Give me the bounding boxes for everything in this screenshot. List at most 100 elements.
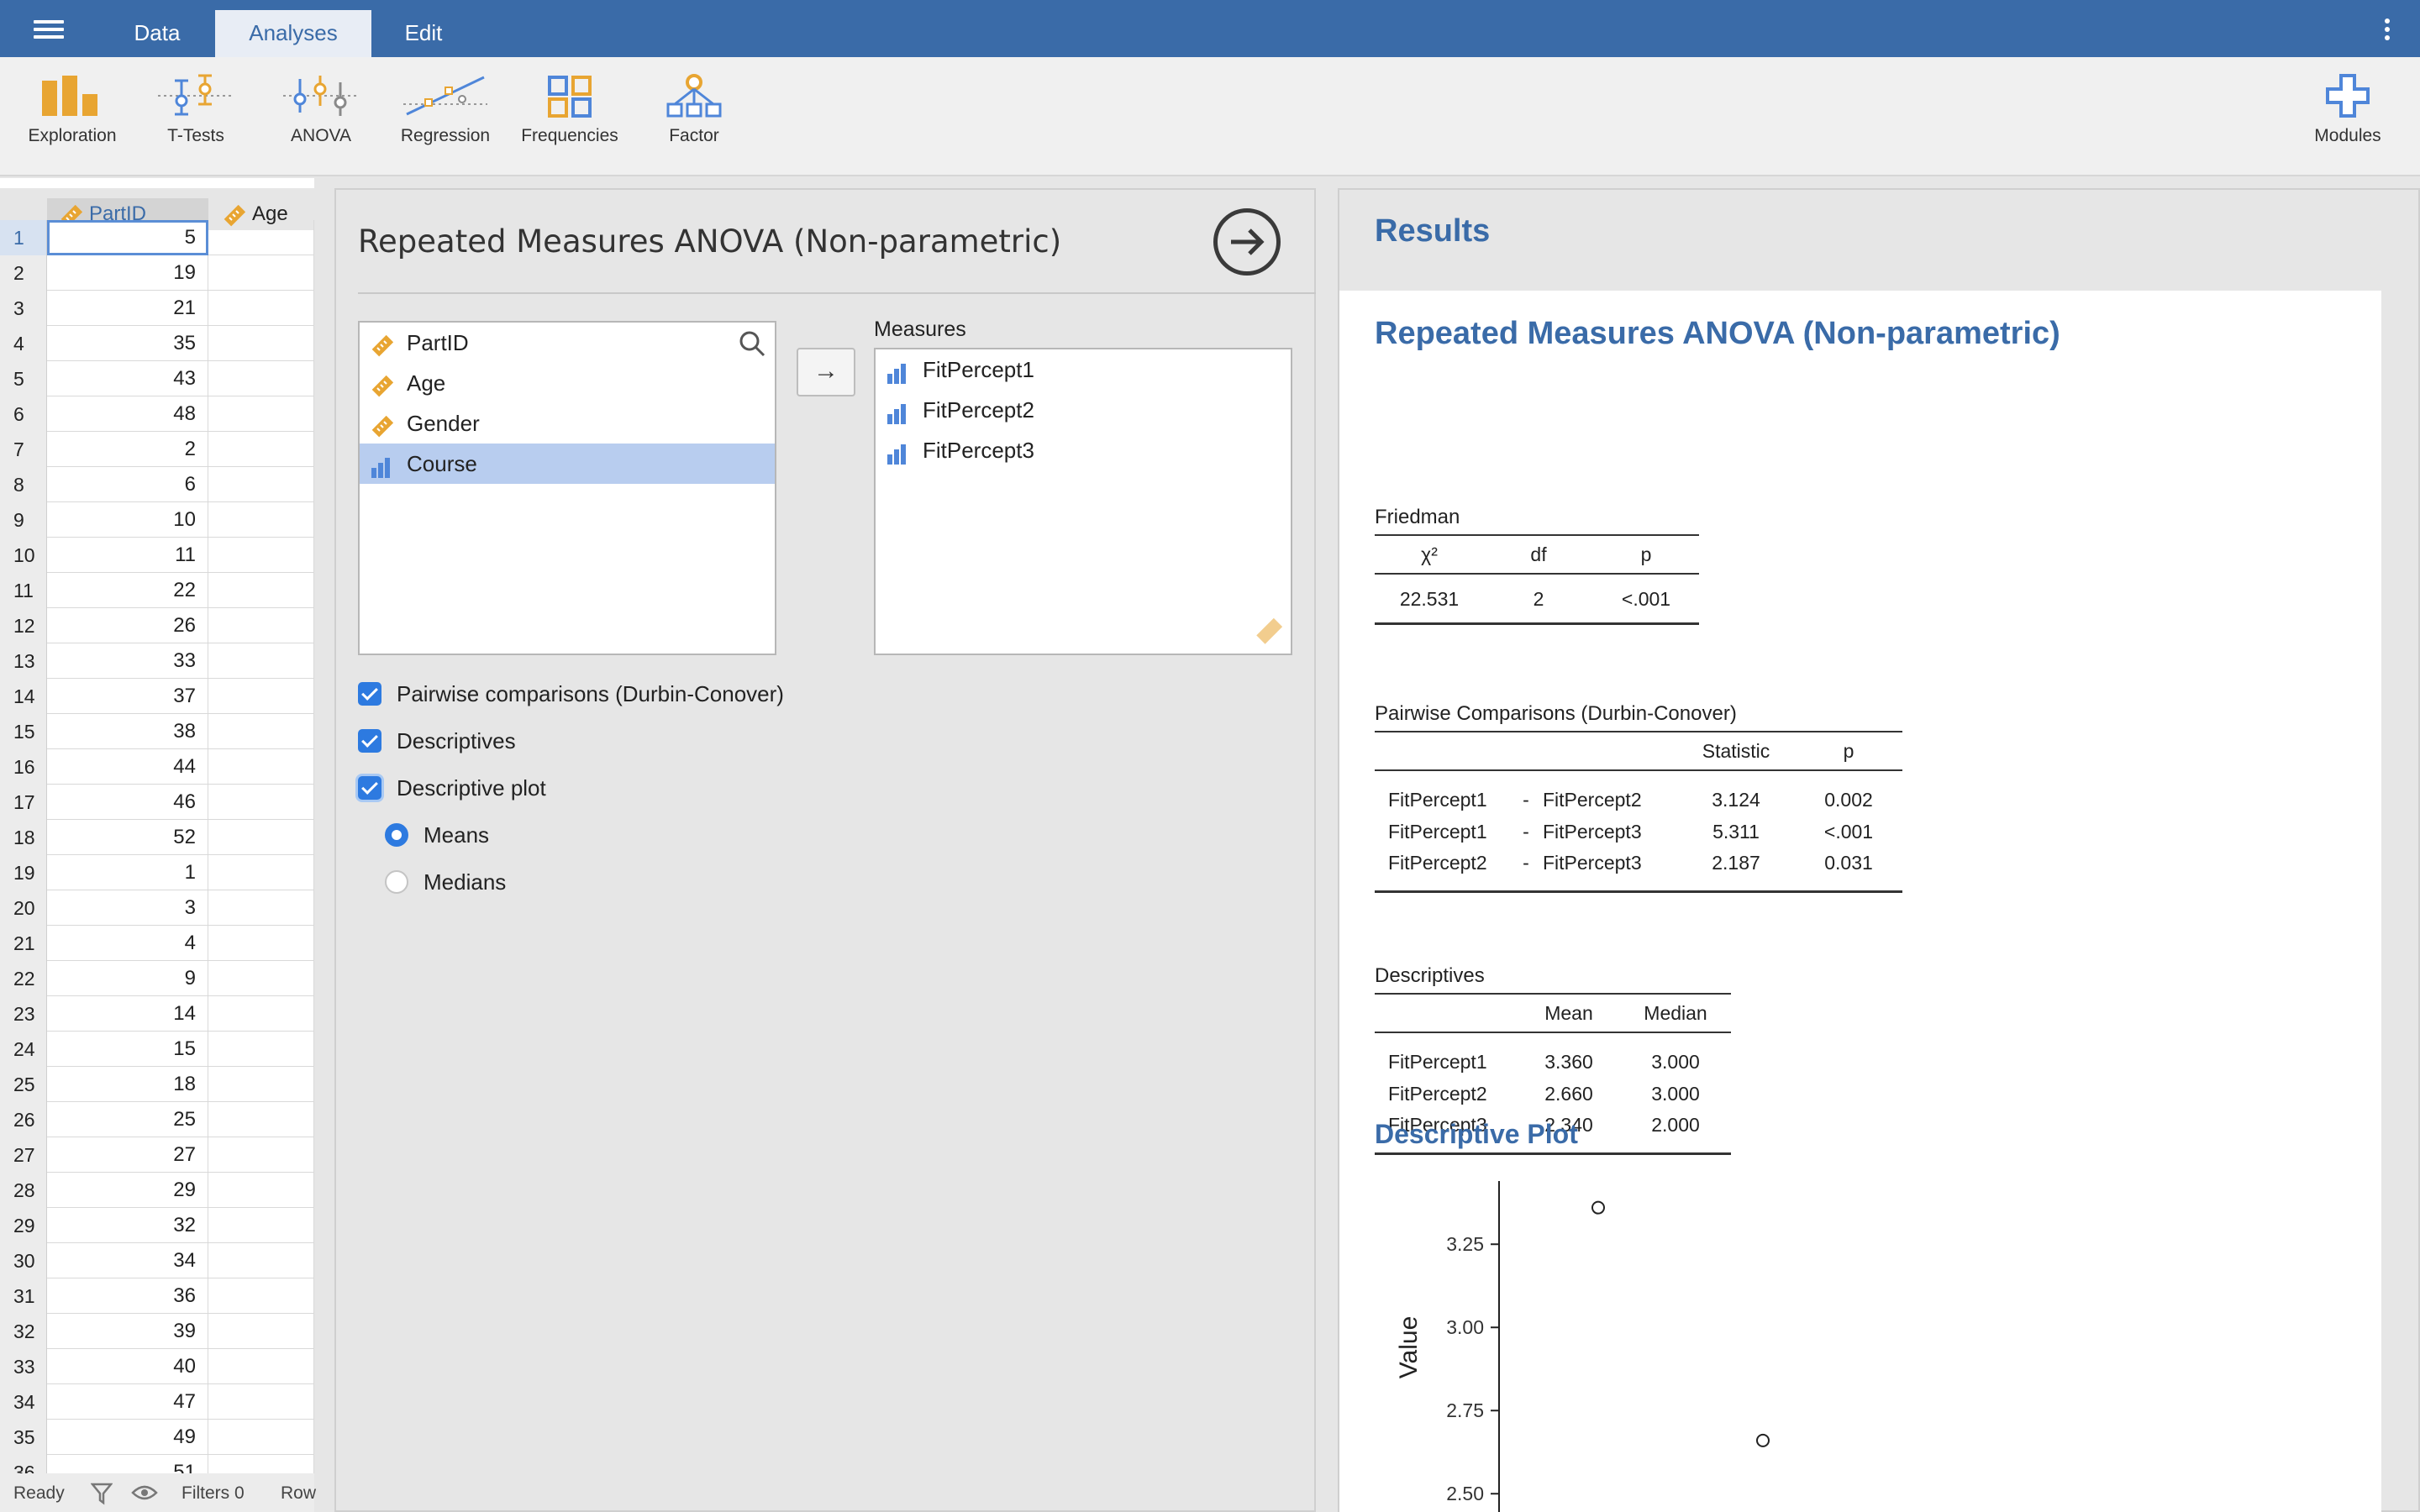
partid-cell[interactable]: 48 xyxy=(47,396,208,432)
row-number[interactable]: 19 xyxy=(0,855,47,890)
partid-cell[interactable]: 3 xyxy=(47,890,208,926)
age-cell[interactable] xyxy=(209,467,314,502)
partid-cell[interactable]: 44 xyxy=(47,749,208,785)
age-cell[interactable] xyxy=(209,785,314,820)
partid-cell[interactable]: 27 xyxy=(47,1137,208,1173)
age-cell[interactable] xyxy=(209,1137,314,1173)
row-number[interactable]: 17 xyxy=(0,785,47,820)
row-number[interactable]: 32 xyxy=(0,1314,47,1349)
exploration-button[interactable]: Exploration xyxy=(13,74,131,166)
table-row[interactable]: 86 xyxy=(0,467,314,502)
measure-item[interactable]: FitPercept2 xyxy=(876,390,1291,430)
age-cell[interactable] xyxy=(209,926,314,961)
partid-cell[interactable]: 32 xyxy=(47,1208,208,1243)
table-row[interactable]: 18 52 xyxy=(0,820,314,855)
regression-button[interactable]: Regression xyxy=(387,74,504,166)
partid-cell[interactable]: 33 xyxy=(47,643,208,679)
row-number[interactable]: 25 xyxy=(0,1067,47,1102)
row-number[interactable]: 24 xyxy=(0,1032,47,1067)
partid-cell[interactable]: 39 xyxy=(47,1314,208,1349)
age-cell[interactable] xyxy=(209,255,314,291)
table-row[interactable]: 15 38 xyxy=(0,714,314,749)
table-row[interactable]: 6 48 xyxy=(0,396,314,432)
age-cell[interactable] xyxy=(209,1314,314,1349)
partid-cell[interactable]: 21 xyxy=(47,291,208,326)
checkbox-checked[interactable] xyxy=(358,682,381,706)
row-number[interactable]: 21 xyxy=(0,926,47,961)
results-body[interactable]: Repeated Measures ANOVA (Non-parametric)… xyxy=(1339,291,2381,1512)
age-cell[interactable] xyxy=(209,326,314,361)
checkbox-checked[interactable] xyxy=(358,776,381,800)
age-cell[interactable] xyxy=(209,714,314,749)
table-row[interactable]: 35 49 xyxy=(0,1420,314,1455)
age-cell[interactable] xyxy=(209,396,314,432)
age-cell[interactable] xyxy=(209,502,314,538)
radio-unselected[interactable] xyxy=(385,870,408,894)
row-number[interactable]: 3 xyxy=(0,291,47,326)
partid-cell[interactable]: 26 xyxy=(47,608,208,643)
row-number[interactable]: 13 xyxy=(0,643,47,679)
partid-cell[interactable]: 47 xyxy=(47,1384,208,1420)
table-row[interactable]: 11 22 xyxy=(0,573,314,608)
variable-item[interactable]: Course xyxy=(360,444,775,484)
age-cell[interactable] xyxy=(209,890,314,926)
table-row[interactable]: 25 18 xyxy=(0,1067,314,1102)
pairwise-comparisons-checkbox[interactable]: Pairwise comparisons (Durbin-Conover) xyxy=(358,677,784,711)
row-number[interactable]: 9 xyxy=(0,502,47,538)
partid-cell[interactable]: 2 xyxy=(47,432,208,467)
row-number[interactable]: 31 xyxy=(0,1278,47,1314)
age-cell[interactable] xyxy=(209,1278,314,1314)
table-row[interactable]: 19 1 xyxy=(0,855,314,890)
table-row[interactable]: 15 xyxy=(0,220,314,255)
age-cell[interactable] xyxy=(209,538,314,573)
means-radio[interactable]: Means xyxy=(385,818,489,852)
partid-cell[interactable]: 11 xyxy=(47,538,208,573)
row-number[interactable]: 11 xyxy=(0,573,47,608)
descriptives-checkbox[interactable]: Descriptives xyxy=(358,724,516,758)
collapse-options-button[interactable] xyxy=(1213,208,1281,276)
table-row[interactable]: 31 36 xyxy=(0,1278,314,1314)
partid-cell[interactable]: 9 xyxy=(47,961,208,996)
row-number[interactable]: 4 xyxy=(0,326,47,361)
age-cell[interactable] xyxy=(209,1420,314,1455)
age-cell[interactable] xyxy=(209,573,314,608)
row-number[interactable]: 10 xyxy=(0,538,47,573)
partid-cell[interactable]: 10 xyxy=(47,502,208,538)
partid-cell[interactable]: 46 xyxy=(47,785,208,820)
table-row[interactable]: 9 10 xyxy=(0,502,314,538)
table-row[interactable]: 30 34 xyxy=(0,1243,314,1278)
row-number[interactable]: 7 xyxy=(0,432,47,467)
table-row[interactable]: 29 32 xyxy=(0,1208,314,1243)
age-cell[interactable] xyxy=(209,1102,314,1137)
age-cell[interactable] xyxy=(209,749,314,785)
row-number[interactable]: 27 xyxy=(0,1137,47,1173)
modules-button[interactable]: Modules xyxy=(2289,74,2407,166)
row-number[interactable]: 8 xyxy=(0,467,47,502)
eye-icon[interactable] xyxy=(131,1483,158,1502)
row-number[interactable]: 12 xyxy=(0,608,47,643)
age-cell[interactable] xyxy=(209,1384,314,1420)
variable-item[interactable]: Gender xyxy=(360,403,775,444)
table-row[interactable]: 34 47 xyxy=(0,1384,314,1420)
table-row[interactable]: 23 14 xyxy=(0,996,314,1032)
t-tests-button[interactable]: T-Tests xyxy=(137,74,255,166)
age-cell[interactable] xyxy=(209,1032,314,1067)
partid-cell[interactable]: 49 xyxy=(47,1420,208,1455)
partid-cell[interactable]: 52 xyxy=(47,820,208,855)
checkbox-checked[interactable] xyxy=(358,729,381,753)
age-cell[interactable] xyxy=(209,643,314,679)
row-number[interactable]: 6 xyxy=(0,396,47,432)
partid-cell[interactable]: 19 xyxy=(47,255,208,291)
row-number[interactable]: 20 xyxy=(0,890,47,926)
partid-cell[interactable]: 34 xyxy=(47,1243,208,1278)
radio-selected[interactable] xyxy=(385,823,408,847)
tab-analyses[interactable]: Analyses xyxy=(215,10,371,57)
table-row[interactable]: 14 37 xyxy=(0,679,314,714)
partid-cell[interactable]: 35 xyxy=(47,326,208,361)
variables-list[interactable]: PartID Age Gender Course xyxy=(358,321,776,655)
partid-cell[interactable]: 5 xyxy=(47,220,208,255)
age-cell[interactable] xyxy=(209,220,314,255)
row-number[interactable]: 22 xyxy=(0,961,47,996)
partid-cell[interactable]: 18 xyxy=(47,1067,208,1102)
frequencies-button[interactable]: Frequencies xyxy=(511,74,629,166)
